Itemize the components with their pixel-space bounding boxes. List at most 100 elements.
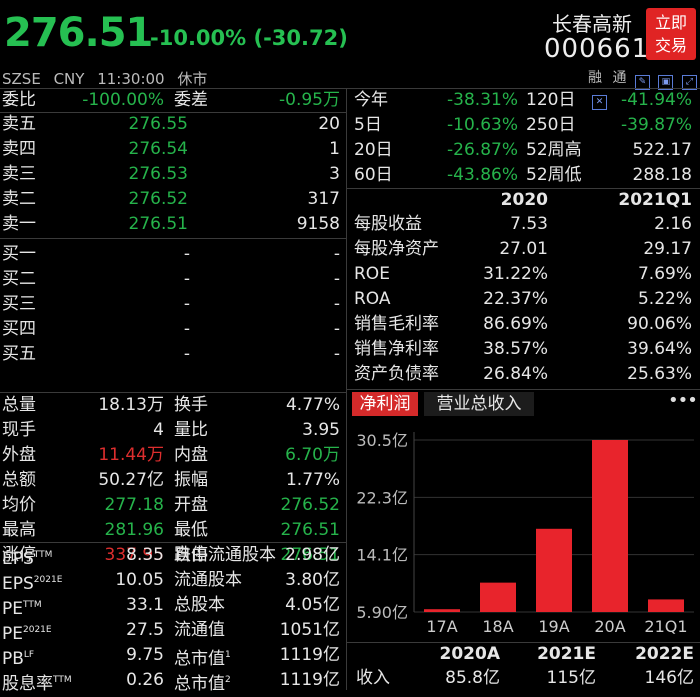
fundamental-value: 8.35 <box>126 545 164 565</box>
quote-row: 外盘 11.44万 内盘 6.70万 <box>0 443 346 468</box>
market-time: 11:30:00 <box>97 70 165 88</box>
period-label: 60日 <box>354 165 393 185</box>
finance-row: 销售毛利率 86.69% 90.06% <box>350 312 700 337</box>
ask-label: 卖二 <box>2 189 36 209</box>
more-icon[interactable]: ••• <box>668 390 698 411</box>
fundamental-value2: 4.05亿 <box>285 595 340 615</box>
fundamental-label-text: 股息率 <box>2 674 53 694</box>
fundamental-row: 股息率TTM 0.26 总市值2 1119亿 <box>0 668 346 694</box>
trade-now-button[interactable]: 立即 交易 <box>646 8 696 60</box>
price-change: -10.00% (-30.72) <box>150 26 348 50</box>
stock-name: 长春高新 <box>552 12 632 36</box>
bid-price: - <box>183 344 190 364</box>
period-value: 288.18 <box>632 165 692 185</box>
bid-volume: - <box>333 319 340 339</box>
finance-row: 资产负债率 26.84% 25.63% <box>350 362 700 387</box>
forecast-value-row: 收入 85.8亿 115亿 146亿 <box>350 666 700 691</box>
quote-label: 量比 <box>174 420 208 440</box>
stock-code: 000661 <box>544 34 650 64</box>
quote-value: 276.51 <box>280 520 340 540</box>
quote-row: 总量 18.13万 换手 4.77% <box>0 393 346 418</box>
quote-value: 50.27亿 <box>98 470 164 490</box>
period-row: 5日 -10.63% 250日 -39.87% <box>350 113 700 138</box>
quote-value: 276.52 <box>280 495 340 515</box>
bid-row: 买一 - - <box>0 242 346 267</box>
y-tick-label: 5.90亿 <box>356 603 408 622</box>
fundamental-label: 股息率TTM <box>2 668 72 697</box>
tab-total-revenue[interactable]: 营业总收入 <box>424 392 534 416</box>
trade-button-line2: 交易 <box>654 36 687 55</box>
exchange: SZSE <box>2 70 41 88</box>
quote-value: 11.44万 <box>98 445 164 465</box>
finance-label: ROE <box>354 264 390 284</box>
fundamental-label2-text: 总股本 <box>174 595 225 615</box>
period-value: -43.86% <box>447 165 518 185</box>
period-value: 522.17 <box>632 140 692 160</box>
ask-label: 卖一 <box>2 214 36 234</box>
finance-value-2021q1: 39.64% <box>627 339 692 359</box>
fundamental-label2: 自由流通股本 <box>174 543 276 568</box>
ask-label: 卖三 <box>2 164 36 184</box>
y-tick-label: 22.3亿 <box>356 488 408 507</box>
finance-label: 每股收益 <box>354 214 422 234</box>
margin-label[interactable]: 融 <box>588 70 602 86</box>
fundamental-label-text: PB <box>2 649 24 669</box>
finance-row: ROA 22.37% 5.22% <box>350 287 700 312</box>
market-info: SZSE CNY 11:30:00 休市 <box>2 68 215 89</box>
forecast-value-2021e: 115亿 <box>546 668 596 688</box>
finance-value-2020: 31.22% <box>483 264 548 284</box>
fundamental-value2: 1119亿 <box>279 670 340 690</box>
bid-label: 买四 <box>2 319 36 339</box>
x-tick-label: 19A <box>538 617 569 636</box>
period-value: -38.31% <box>447 90 518 110</box>
bid-label: 买五 <box>2 344 36 364</box>
x-tick-label: 18A <box>482 617 513 636</box>
fundamental-row: PBLF 9.75 总市值1 1119亿 <box>0 643 346 669</box>
bid-price: - <box>183 319 190 339</box>
fundamental-label-sup: TTM <box>33 550 53 560</box>
ask-price: 276.55 <box>128 114 188 134</box>
period-label: 5日 <box>354 115 382 135</box>
order-diff-value: -0.95万 <box>279 90 340 110</box>
forecast-label: 收入 <box>356 668 390 688</box>
forecast-year-2021e: 2021E <box>537 644 596 664</box>
fundamental-value2: 1051亿 <box>279 620 340 640</box>
net-profit-chart: 30.5亿 22.3亿 14.1亿 5.90亿 17A 18A 19A 20A 21Q1 <box>356 431 694 636</box>
quote-value: 6.70万 <box>285 445 340 465</box>
period-label: 今年 <box>354 90 388 110</box>
finance-header-row: 2020 2021Q1 <box>350 188 700 213</box>
fundamental-row: PE2021E 27.5 流通值 1051亿 <box>0 618 346 644</box>
forecast-value-2020a: 85.8亿 <box>445 668 500 688</box>
quote-label: 总额 <box>2 470 36 490</box>
finance-value-2020: 26.84% <box>483 364 548 384</box>
finance-col-2020: 2020 <box>500 190 548 210</box>
bid-row: 买四 - - <box>0 317 346 342</box>
ask-price: 276.54 <box>128 139 188 159</box>
fundamental-value: 0.26 <box>126 670 164 690</box>
finance-label: 资产负债率 <box>354 364 439 384</box>
fundamental-label2-text: 总市值 <box>174 649 225 669</box>
bid-price: - <box>183 294 190 314</box>
y-tick-label: 14.1亿 <box>356 546 408 565</box>
fundamental-label-text: PE <box>2 599 23 619</box>
bar-20A <box>592 440 628 612</box>
order-ratio-value: -100.00% <box>82 90 164 110</box>
ask-volume: 20 <box>318 114 340 134</box>
tab-net-profit[interactable]: 净利润 <box>352 392 418 416</box>
bid-row: 买三 - - <box>0 292 346 317</box>
finance-label: ROA <box>354 289 391 309</box>
bid-price: - <box>183 244 190 264</box>
finance-value-2021q1: 5.22% <box>637 289 692 309</box>
period-row: 20日 -26.87% 52周高 522.17 <box>350 138 700 163</box>
order-diff-label: 委差 <box>174 90 208 110</box>
fundamental-label2-text: 流通股本 <box>174 570 242 590</box>
finance-label: 每股净资产 <box>354 239 439 259</box>
finance-col-2021q1: 2021Q1 <box>618 190 692 210</box>
quote-value: 281.96 <box>104 520 164 540</box>
quote-value: 18.13万 <box>98 395 164 415</box>
bid-row: 买五 - - <box>0 342 346 367</box>
connect-label[interactable]: 通 <box>612 70 626 86</box>
bid-volume: - <box>333 269 340 289</box>
bid-row: 买二 - - <box>0 267 346 292</box>
fundamental-value2: 2.98亿 <box>285 545 340 565</box>
